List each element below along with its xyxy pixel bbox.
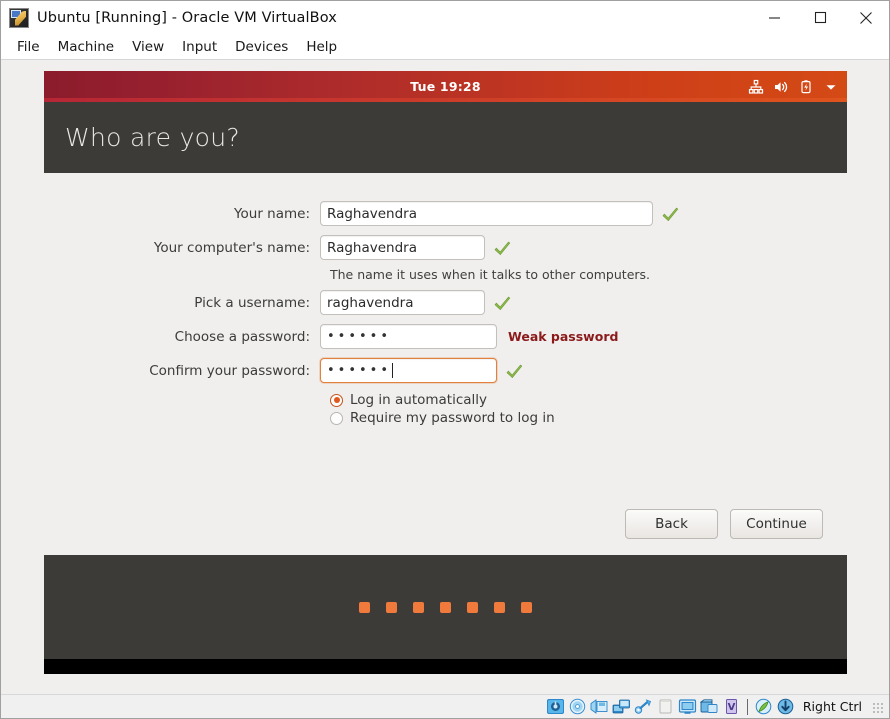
label-password: Choose a password:	[174, 328, 310, 345]
menu-machine[interactable]: Machine	[49, 36, 124, 58]
menu-file[interactable]: File	[8, 36, 49, 58]
your-name-input[interactable]: Raghavendra	[320, 201, 653, 226]
radio-selected-icon[interactable]	[330, 393, 343, 407]
slideshow-dot[interactable]	[467, 601, 478, 613]
virtualbox-logo-icon	[9, 7, 29, 28]
password-masked-value: ••••••	[327, 329, 392, 344]
label-your-name: Your name:	[234, 205, 310, 222]
user-form: Your name: Raghavendra Your computer's n…	[44, 173, 847, 426]
virtualbox-statusbar: V Right Ctrl	[1, 694, 889, 718]
slideshow-dot[interactable]	[386, 601, 397, 613]
password-strength-text: Weak password	[508, 329, 619, 344]
slideshow-dot[interactable]	[440, 601, 451, 613]
green-check-icon	[497, 362, 523, 379]
vm-viewport-area: Tue 19:28 Who are you? Your name: Raghav…	[1, 60, 889, 694]
back-button[interactable]: Back	[625, 509, 718, 539]
installer-buttons: Back Continue	[625, 509, 823, 539]
hard-disk-icon[interactable]	[546, 698, 565, 715]
host-key-label: Right Ctrl	[802, 699, 862, 714]
minimize-button[interactable]	[751, 1, 797, 34]
statusbar-separator	[746, 698, 748, 715]
confirm-password-masked-value: ••••••	[327, 363, 392, 378]
green-check-icon	[485, 239, 511, 256]
menu-view[interactable]: View	[123, 36, 173, 58]
maximize-button[interactable]	[797, 1, 843, 34]
window-controls	[751, 1, 889, 34]
green-check-icon	[653, 205, 679, 222]
continue-button[interactable]: Continue	[730, 509, 823, 539]
resize-grip-icon[interactable]	[871, 700, 883, 713]
network-icon[interactable]	[748, 79, 764, 95]
slideshow-dot[interactable]	[359, 601, 370, 613]
confirm-password-input[interactable]: ••••••	[320, 358, 497, 383]
svg-text:V: V	[727, 702, 735, 713]
page-title: Who are you?	[65, 123, 240, 152]
label-username: Pick a username:	[194, 294, 310, 311]
window-title: Ubuntu [Running] - Oracle VM VirtualBox	[37, 9, 337, 26]
panel-clock[interactable]: Tue 19:28	[44, 79, 847, 94]
password-input[interactable]: ••••••	[320, 324, 497, 349]
ubuntu-top-panel: Tue 19:28	[44, 71, 847, 102]
computer-name-input[interactable]: Raghavendra	[320, 235, 485, 260]
field-row-confirm-password: Confirm your password: ••••••	[44, 358, 847, 383]
vm-screen[interactable]: Tue 19:28 Who are you? Your name: Raghav…	[44, 71, 847, 674]
text-cursor	[392, 363, 394, 378]
shared-clipboard-icon[interactable]	[699, 698, 719, 715]
chevron-down-icon[interactable]	[823, 79, 839, 95]
virtualbox-window: Ubuntu [Running] - Oracle VM VirtualBox …	[0, 0, 890, 719]
screen-bottom-black-bar	[44, 659, 847, 674]
field-row-password: Choose a password: •••••• Weak password	[44, 324, 847, 349]
slideshow-dot[interactable]	[494, 601, 505, 613]
network-adapter-icon[interactable]	[612, 698, 631, 715]
installer-slideshow	[44, 555, 847, 659]
menubar: File Machine View Input Devices Help	[1, 34, 889, 60]
mouse-integration-icon[interactable]	[754, 698, 773, 715]
display-icon[interactable]	[678, 698, 697, 715]
label-confirm-password: Confirm your password:	[149, 362, 310, 379]
radio-label-login-automatically: Log in automatically	[350, 392, 488, 408]
optical-disk-icon[interactable]	[568, 698, 587, 715]
field-row-computer-name: Your computer's name: Raghavendra	[44, 235, 847, 260]
green-check-icon	[485, 294, 511, 311]
installer-body: Your name: Raghavendra Your computer's n…	[44, 173, 847, 555]
menu-devices[interactable]: Devices	[226, 36, 297, 58]
radio-unselected-icon[interactable]	[330, 411, 343, 425]
username-input[interactable]: raghavendra	[320, 290, 485, 315]
radio-label-require-password: Require my password to log in	[350, 410, 555, 426]
shared-folders-icon[interactable]	[656, 698, 675, 715]
radio-require-password[interactable]: Require my password to log in	[330, 410, 847, 426]
hostname-hint: The name it uses when it talks to other …	[330, 267, 651, 282]
menu-help[interactable]: Help	[297, 36, 346, 58]
slideshow-pager	[359, 601, 532, 613]
window-titlebar: Ubuntu [Running] - Oracle VM VirtualBox	[1, 1, 889, 34]
floppy-disk-icon[interactable]	[590, 698, 609, 715]
video-capture-icon[interactable]: V	[722, 698, 741, 715]
usb-icon[interactable]	[634, 698, 653, 715]
label-computer-name: Your computer's name:	[153, 239, 310, 256]
radio-login-automatically[interactable]: Log in automatically	[330, 392, 847, 408]
host-key-icon[interactable]	[776, 698, 795, 715]
installer-header: Who are you?	[44, 102, 847, 173]
battery-icon[interactable]	[798, 79, 814, 95]
field-row-your-name: Your name: Raghavendra	[44, 201, 847, 226]
slideshow-dot[interactable]	[413, 601, 424, 613]
close-button[interactable]	[843, 1, 889, 34]
panel-indicators	[748, 71, 839, 102]
volume-icon[interactable]	[773, 79, 789, 95]
field-row-username: Pick a username: raghavendra	[44, 290, 847, 315]
slideshow-dot[interactable]	[521, 601, 532, 613]
menu-input[interactable]: Input	[173, 36, 226, 58]
